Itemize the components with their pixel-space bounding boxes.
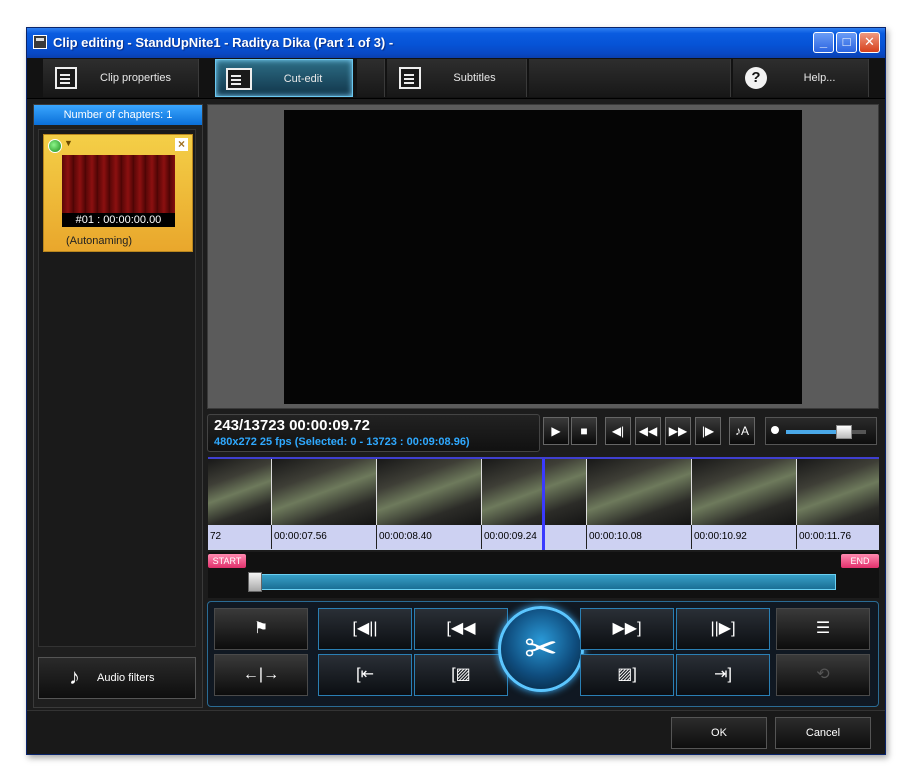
tab-help[interactable]: ? Help... (733, 59, 869, 97)
chapter-card[interactable]: ▼ × #01 : 00:00:00.00 (Autonaming) (43, 134, 193, 252)
chapter-status-icon[interactable] (48, 139, 62, 153)
timeline-frame[interactable] (587, 459, 692, 525)
split-button[interactable]: ←|→ (214, 654, 308, 696)
clip-details-readout: 480x272 25 fps (Selected: 0 - 13723 : 00… (214, 436, 470, 448)
timeline-timecode: 72 (208, 525, 272, 549)
clip-editing-window: Clip editing - StandUpNite1 - Raditya Di… (26, 27, 886, 755)
end-marker[interactable]: END (841, 554, 879, 568)
scissors-cut-button[interactable]: ✂ (498, 606, 584, 692)
timeline-frame[interactable] (797, 459, 879, 525)
playhead[interactable] (542, 459, 545, 550)
tab-help-label: Help... (803, 72, 836, 84)
volume-track[interactable] (786, 425, 866, 439)
start-marker[interactable]: START (208, 554, 246, 568)
timeline-timecode: 00:00:08.40 (377, 525, 482, 549)
next-frame-button[interactable]: |▶ (695, 417, 721, 445)
toolbar-spacer-2 (529, 59, 731, 97)
frame-time-readout: 243/13723 00:00:09.72 (214, 417, 370, 434)
timeline-frame[interactable] (208, 459, 272, 525)
chapters-count-header: Number of chapters: 1 (34, 105, 202, 125)
timeline-timecode: 00:00:09.24 (482, 525, 587, 549)
dialog-footer: OK Cancel (27, 710, 885, 754)
close-button[interactable]: ✕ (859, 32, 880, 53)
stop-button[interactable]: ■ (571, 417, 597, 445)
toolbar-spacer (357, 59, 385, 97)
volume-control[interactable] (765, 417, 877, 445)
undo-button[interactable]: ⟲ (776, 654, 870, 696)
window-title: Clip editing - StandUpNite1 - Raditya Di… (53, 35, 394, 50)
timeline-frame[interactable] (482, 459, 587, 525)
maximize-button[interactable]: □ (836, 32, 857, 53)
chapter-timecode: #01 : 00:00:00.00 (62, 213, 175, 227)
music-note-icon: ♪ (69, 664, 80, 689)
play-button[interactable]: ▶ (543, 417, 569, 445)
selection-range: START END (208, 552, 879, 598)
timeline-frame[interactable] (272, 459, 377, 525)
video-preview[interactable] (284, 110, 802, 404)
tab-cut-edit[interactable]: Cut-edit (215, 59, 353, 97)
cut-start-button[interactable]: [⇤ (318, 654, 412, 696)
chapter-name[interactable]: (Autonaming) (66, 235, 132, 247)
go-to-start-button[interactable]: [◀◀ (414, 608, 508, 650)
chevron-down-icon[interactable]: ▼ (64, 138, 73, 148)
title-bar[interactable]: Clip editing - StandUpNite1 - Raditya Di… (27, 28, 885, 58)
app-icon (33, 35, 47, 49)
delete-to-end-button[interactable]: ▨] (580, 654, 674, 696)
tab-clip-properties[interactable]: Clip properties (43, 59, 199, 97)
minimize-button[interactable]: _ (813, 32, 834, 53)
cut-end-button[interactable]: ⇥] (676, 654, 770, 696)
set-start-button[interactable]: [◀|| (318, 608, 412, 650)
timeline-frame[interactable] (377, 459, 482, 525)
timeline-timecode: 00:00:10.08 (587, 525, 692, 549)
preview-area (207, 104, 879, 409)
set-end-button[interactable]: ||▶] (676, 608, 770, 650)
tab-subtitles[interactable]: Subtitles (387, 59, 527, 97)
timeline-timecode: 00:00:10.92 (692, 525, 797, 549)
previous-frame-button[interactable]: ◀| (605, 417, 631, 445)
speaker-icon (771, 426, 779, 434)
close-icon[interactable]: × (175, 138, 188, 151)
timeline-frame[interactable] (692, 459, 797, 525)
range-slider-handle[interactable] (248, 572, 262, 592)
chapter-list[interactable]: ▼ × #01 : 00:00:00.00 (Autonaming) (38, 129, 196, 647)
tab-cut-edit-label: Cut-edit (283, 73, 323, 85)
cut-edit-controls: ⚑ ←|→ [◀|| [◀◀ [⇤ [▨ ✂ ▶▶] ||▶] ▨] ⇥] ☰ … (207, 601, 879, 707)
edit-list-button[interactable]: ☰ (776, 608, 870, 650)
delete-to-start-button[interactable]: [▨ (414, 654, 508, 696)
volume-slider-handle[interactable] (835, 425, 852, 439)
frame-info-panel: 243/13723 00:00:09.72 480x272 25 fps (Se… (207, 414, 540, 452)
audio-filters-button[interactable]: ♪ Audio filters (38, 657, 196, 699)
audio-filters-label: Audio filters (97, 672, 155, 684)
marker-flag-button[interactable]: ⚑ (214, 608, 308, 650)
audio-track-button[interactable]: ♪A (729, 417, 755, 445)
timeline-timecode: 00:00:07.56 (272, 525, 377, 549)
timeline-timecode: 00:00:11.76 (797, 525, 879, 549)
go-to-end-button[interactable]: ▶▶] (580, 608, 674, 650)
cancel-button[interactable]: Cancel (775, 717, 871, 749)
ok-button[interactable]: OK (671, 717, 767, 749)
chapters-panel: Number of chapters: 1 ▼ × #01 : 00:00:00… (33, 104, 203, 708)
toolbar: Clip properties Cut-edit Subtitles ? Hel… (27, 58, 885, 99)
fast-forward-button[interactable]: ▶▶ (665, 417, 691, 445)
tab-subtitles-label: Subtitles (453, 72, 496, 84)
rewind-button[interactable]: ◀◀ (635, 417, 661, 445)
timeline-strip[interactable]: 72 00:00:07.56 00:00:08.40 00:00:09.24 00:00… (208, 457, 879, 550)
tab-clip-properties-label: Clip properties (100, 72, 171, 84)
selection-range-bar[interactable] (248, 574, 836, 590)
